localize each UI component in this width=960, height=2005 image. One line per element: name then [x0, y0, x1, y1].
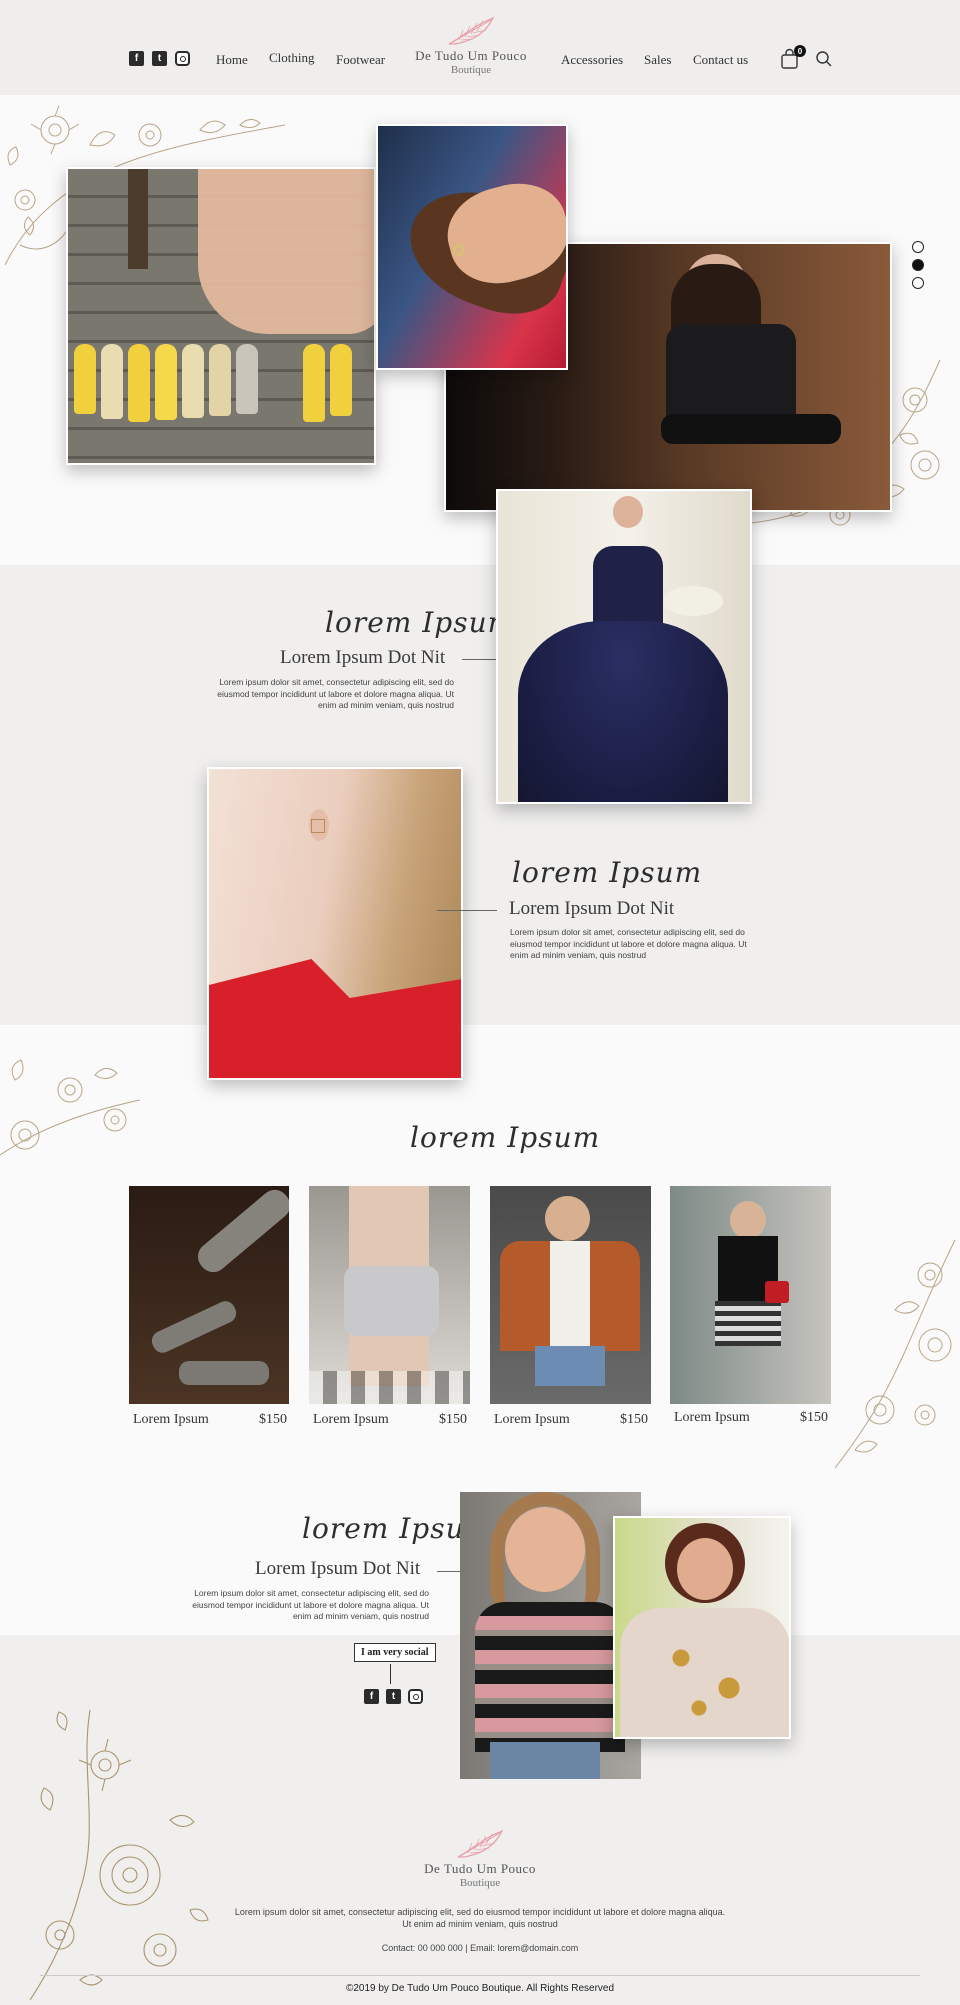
logo-name: De Tudo Um Pouco	[415, 48, 527, 63]
feature1-script: lorem Ipsum	[325, 606, 516, 639]
logo-sub: Boutique	[450, 64, 492, 76]
logo[interactable]: De Tudo Um Pouco Boutique	[400, 12, 542, 76]
nav-contact[interactable]: Contact us	[693, 52, 748, 68]
floral-decoration-icon	[0, 1059, 141, 1156]
photo-earring	[207, 767, 463, 1080]
feature2-script: lorem Ipsum	[512, 856, 703, 889]
photo-embroidered-top	[613, 1516, 791, 1739]
twitter-icon[interactable]: t	[152, 51, 167, 66]
social-links-body: f t	[364, 1689, 423, 1704]
search-button[interactable]	[815, 50, 833, 68]
social-label: I am very social	[361, 1647, 429, 1658]
nav-clothing[interactable]: Clothing	[269, 50, 315, 66]
floral-decoration-icon	[29, 1710, 209, 2000]
facebook-icon[interactable]: f	[129, 51, 144, 66]
cart-button[interactable]: 0	[780, 45, 806, 70]
product-name-2[interactable]: Lorem Ipsum	[313, 1412, 389, 1428]
nav-home[interactable]: Home	[216, 52, 248, 68]
feature3-title: Lorem Ipsum Dot Nit	[255, 1558, 421, 1579]
feather-logo-icon	[448, 16, 495, 45]
nav-sales[interactable]: Sales	[644, 52, 671, 68]
footer-contact-row: Contact: 00 000 000 | Email: lorem@domai…	[0, 1943, 960, 1955]
social-label-box: I am very social	[354, 1643, 436, 1662]
footer-text: Lorem ipsum dolor sit amet, consectetur …	[234, 1907, 726, 1929]
footer-logo-sub: Boutique	[459, 1877, 501, 1889]
product-image-2[interactable]	[309, 1186, 470, 1404]
feature3-text: Lorem ipsum dolor sit amet, consectetur …	[192, 1588, 429, 1621]
photo-gown	[496, 489, 752, 804]
search-icon	[816, 51, 832, 67]
cart-badge: 0	[794, 45, 806, 57]
facebook-icon[interactable]: f	[364, 1689, 379, 1704]
footer-divider	[40, 1975, 920, 1976]
product-image-1[interactable]	[129, 1186, 289, 1404]
nav-accessories[interactable]: Accessories	[561, 52, 623, 68]
products-script: lorem Ipsum	[410, 1121, 601, 1154]
product-name-1[interactable]: Lorem Ipsum	[133, 1412, 209, 1428]
feather-logo-icon	[457, 1829, 504, 1858]
feature1-text: Lorem ipsum dolor sit amet, consectetur …	[217, 677, 454, 710]
twitter-icon[interactable]: t	[386, 1689, 401, 1704]
product-price-3: $150	[620, 1412, 648, 1427]
instagram-icon[interactable]	[175, 51, 190, 66]
product-price-2: $150	[439, 1412, 467, 1427]
floral-decoration-icon	[835, 1240, 956, 1469]
instagram-icon[interactable]	[408, 1689, 423, 1704]
hero-photo-shoes	[66, 167, 376, 465]
footer-logo-name: De Tudo Um Pouco	[424, 1861, 536, 1876]
product-price-4: $150	[800, 1410, 828, 1425]
slider-dot-2[interactable]	[912, 259, 924, 271]
nav-footwear[interactable]: Footwear	[336, 52, 385, 68]
feature1-title: Lorem Ipsum Dot Nit	[280, 647, 446, 668]
social-links-header: f t	[129, 51, 190, 66]
social-connector	[390, 1664, 391, 1684]
product-price-1: $150	[259, 1412, 287, 1427]
product-name-3[interactable]: Lorem Ipsum	[494, 1412, 570, 1428]
footer-logo[interactable]: De Tudo Um Pouco Boutique	[400, 1825, 560, 1889]
feature2-connector-line	[437, 910, 497, 911]
footer-email[interactable]: Email: lorem@domain.com	[470, 1943, 578, 1953]
slider-dot-3[interactable]	[912, 277, 924, 289]
product-image-4[interactable]	[670, 1186, 831, 1404]
product-image-3[interactable]	[490, 1186, 651, 1404]
footer-copyright: ©2019 by De Tudo Um Pouco Boutique. All …	[345, 1983, 615, 1994]
feature2-title: Lorem Ipsum Dot Nit	[509, 898, 675, 919]
hero-photo-hands	[376, 124, 568, 370]
slider-dot-1[interactable]	[912, 241, 924, 253]
product-name-4[interactable]: Lorem Ipsum	[674, 1410, 750, 1426]
feature2-text: Lorem ipsum dolor sit amet, consectetur …	[510, 927, 747, 960]
footer-contact: Contact: 00 000 000	[381, 1943, 463, 1953]
